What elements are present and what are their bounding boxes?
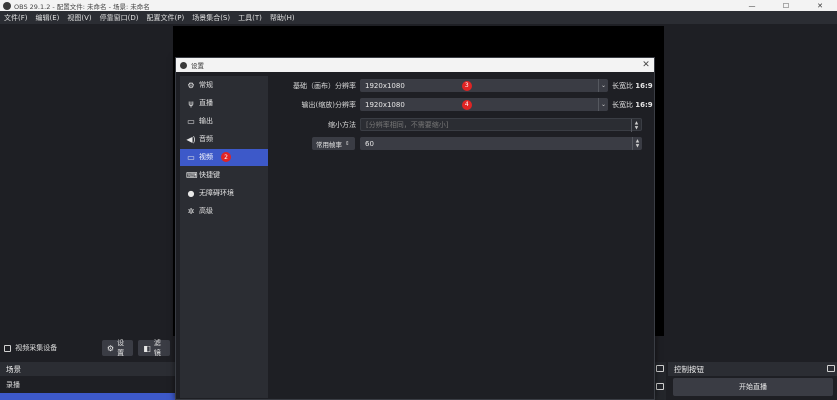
scenes-dock-header: 场景 [0, 362, 175, 376]
undock-icon[interactable] [827, 365, 835, 372]
menu-view[interactable]: 视图(V) [67, 13, 91, 23]
aspect-value: 16:9 [635, 100, 653, 109]
nav-item-advanced[interactable]: ✲ 高级 [180, 203, 268, 221]
fps-type-select[interactable]: 常用帧率 ⇕ [312, 137, 355, 150]
nav-item-label: 音频 [199, 135, 213, 144]
source-toolbar: 视频采集设备 ⚙ 设置 ◧ 滤镜 [0, 338, 175, 358]
menu-tools[interactable]: 工具(T) [238, 13, 262, 23]
scene-list-item[interactable]: 录播 [0, 378, 175, 392]
antenna-icon: ψ [188, 98, 194, 108]
downscale-filter-value: [分辨率相同，不需要缩小] [366, 120, 449, 129]
controls-dock-header: 控制按钮 [668, 362, 837, 376]
spin-arrows-icon: ▲ ▼ [632, 137, 642, 150]
scene-item-label: 录播 [6, 381, 20, 389]
nav-item-video[interactable]: ▭ 视频 2 [180, 148, 268, 166]
fps-value: 60 [365, 139, 374, 148]
menu-bar: 文件(F) 编辑(E) 视图(V) 停靠窗口(D) 配置文件(P) 场景集合(S… [0, 11, 837, 24]
nav-item-label: 常规 [199, 81, 213, 90]
window-title: OBS 29.1.2 - 配置文件: 未命名 - 场景: 未命名 [14, 2, 150, 11]
settings-dialog: 设置 ✕ ⚙ 常规 ψ 直播 ▭ 输出 ◀) 音频 ▭ 视频 2 ⌨ 快捷键 ● [175, 57, 655, 400]
gear-icon: ⚙ [106, 343, 115, 353]
monitor-icon: ▭ [187, 152, 195, 162]
output-aspect-ratio: 长宽比 16:9 [612, 100, 653, 110]
wrench-icon: ✲ [187, 206, 195, 216]
nav-item-output[interactable]: ▭ 输出 [180, 113, 268, 131]
output-resolution-select[interactable]: 1920x1080 4 ⌄ [360, 98, 608, 111]
settings-nav: ⚙ 常规 ψ 直播 ▭ 输出 ◀) 音频 ▭ 视频 2 ⌨ 快捷键 ● 无障碍环… [180, 76, 268, 398]
obs-logo-icon [3, 1, 11, 10]
base-resolution-row: 基础（画布）分辨率 1920x1080 3 ⌄ 长宽比 16:9 [272, 79, 653, 92]
aspect-value: 16:9 [635, 81, 653, 90]
base-resolution-label: 基础（画布）分辨率 [293, 81, 356, 90]
gear-icon: ⚙ [187, 80, 195, 90]
nav-item-label: 快捷键 [199, 171, 220, 180]
speaker-icon: ◀) [186, 134, 196, 144]
aspect-label: 长宽比 [612, 81, 633, 90]
filters-button[interactable]: ◧ 滤镜 [138, 339, 170, 357]
menu-edit[interactable]: 编辑(E) [36, 13, 60, 23]
filters-label: 滤镜 [153, 339, 161, 357]
output-resolution-row: 输出(缩放)分辨率 1920x1080 4 ⌄ 长宽比 16:9 [272, 98, 653, 111]
nav-item-label: 高级 [199, 207, 213, 216]
menu-help[interactable]: 帮助(H) [270, 13, 295, 23]
menu-file[interactable]: 文件(F) [4, 13, 28, 23]
scenes-dock-title: 场景 [6, 364, 21, 374]
aspect-label: 长宽比 [612, 100, 633, 109]
annotation-badge: 2 [221, 152, 231, 163]
dialog-title: 设置 [191, 62, 204, 70]
fps-value-select[interactable]: 60 ▲ ▼ [360, 137, 642, 150]
menu-scene-collection[interactable]: 场景集合(S) [192, 13, 230, 23]
downscale-filter-label: 缩小方法 [328, 120, 356, 129]
camera-icon [4, 344, 12, 352]
nav-item-label: 无障碍环境 [199, 189, 234, 198]
base-resolution-value: 1920x1080 [365, 81, 405, 90]
obs-logo-icon [180, 61, 187, 69]
nav-item-stream[interactable]: ψ 直播 [180, 95, 268, 113]
source-name: 视频采集设备 [15, 344, 58, 352]
nav-item-hotkeys[interactable]: ⌨ 快捷键 [180, 167, 268, 185]
spin-arrows-icon: ▲ ▼ [631, 119, 641, 132]
source-settings-label: 设置 [117, 339, 125, 357]
controls-dock-title: 控制按钮 [674, 364, 704, 374]
start-streaming-button[interactable]: 开始直播 [673, 378, 833, 396]
fps-type-label: 常用帧率 [316, 140, 342, 149]
filter-icon: ◧ [143, 343, 151, 353]
output-resolution-value: 1920x1080 [365, 100, 405, 109]
nav-item-label: 直播 [199, 99, 213, 108]
source-settings-button[interactable]: ⚙ 设置 [101, 339, 134, 357]
undock-icon[interactable] [656, 383, 664, 390]
window-title-bar: OBS 29.1.2 - 配置文件: 未命名 - 场景: 未命名 — ☐ ✕ [0, 0, 837, 11]
annotation-badge: 3 [461, 80, 472, 91]
nav-item-label: 输出 [199, 117, 213, 126]
chevron-down-icon: ⌄ [598, 79, 608, 92]
base-aspect-ratio: 长宽比 16:9 [612, 81, 653, 91]
accessibility-icon: ● [187, 188, 195, 198]
close-button[interactable]: ✕ [803, 2, 837, 10]
nav-item-label: 视频 [199, 153, 213, 162]
maximize-button[interactable]: ☐ [769, 2, 803, 10]
menu-profile[interactable]: 配置文件(P) [147, 13, 185, 23]
dialog-close-button[interactable]: ✕ [638, 60, 654, 70]
fps-row: 常用帧率 ⇕ 60 ▲ ▼ [312, 137, 642, 150]
annotation-badge: 4 [461, 99, 472, 110]
nav-item-accessibility[interactable]: ● 无障碍环境 [180, 185, 268, 203]
output-icon: ▭ [187, 116, 195, 126]
nav-item-audio[interactable]: ◀) 音频 [180, 131, 268, 149]
chevron-down-icon: ⌄ [598, 98, 608, 111]
output-resolution-label: 输出(缩放)分辨率 [301, 100, 356, 109]
dialog-title-bar: 设置 ✕ [176, 58, 654, 72]
spin-arrows-icon: ⇕ [345, 140, 350, 147]
menu-docks[interactable]: 停靠窗口(D) [100, 13, 139, 23]
downscale-filter-row: 缩小方法 [分辨率相同，不需要缩小] ▲ ▼ [272, 118, 642, 132]
nav-item-general[interactable]: ⚙ 常规 [180, 77, 268, 95]
downscale-filter-select[interactable]: [分辨率相同，不需要缩小] ▲ ▼ [360, 118, 642, 132]
keyboard-icon: ⌨ [186, 170, 198, 180]
undock-icon[interactable] [656, 365, 664, 372]
scene-list-item-selected[interactable] [0, 393, 175, 400]
minimize-button[interactable]: — [735, 2, 769, 10]
base-resolution-select[interactable]: 1920x1080 3 ⌄ [360, 79, 608, 92]
